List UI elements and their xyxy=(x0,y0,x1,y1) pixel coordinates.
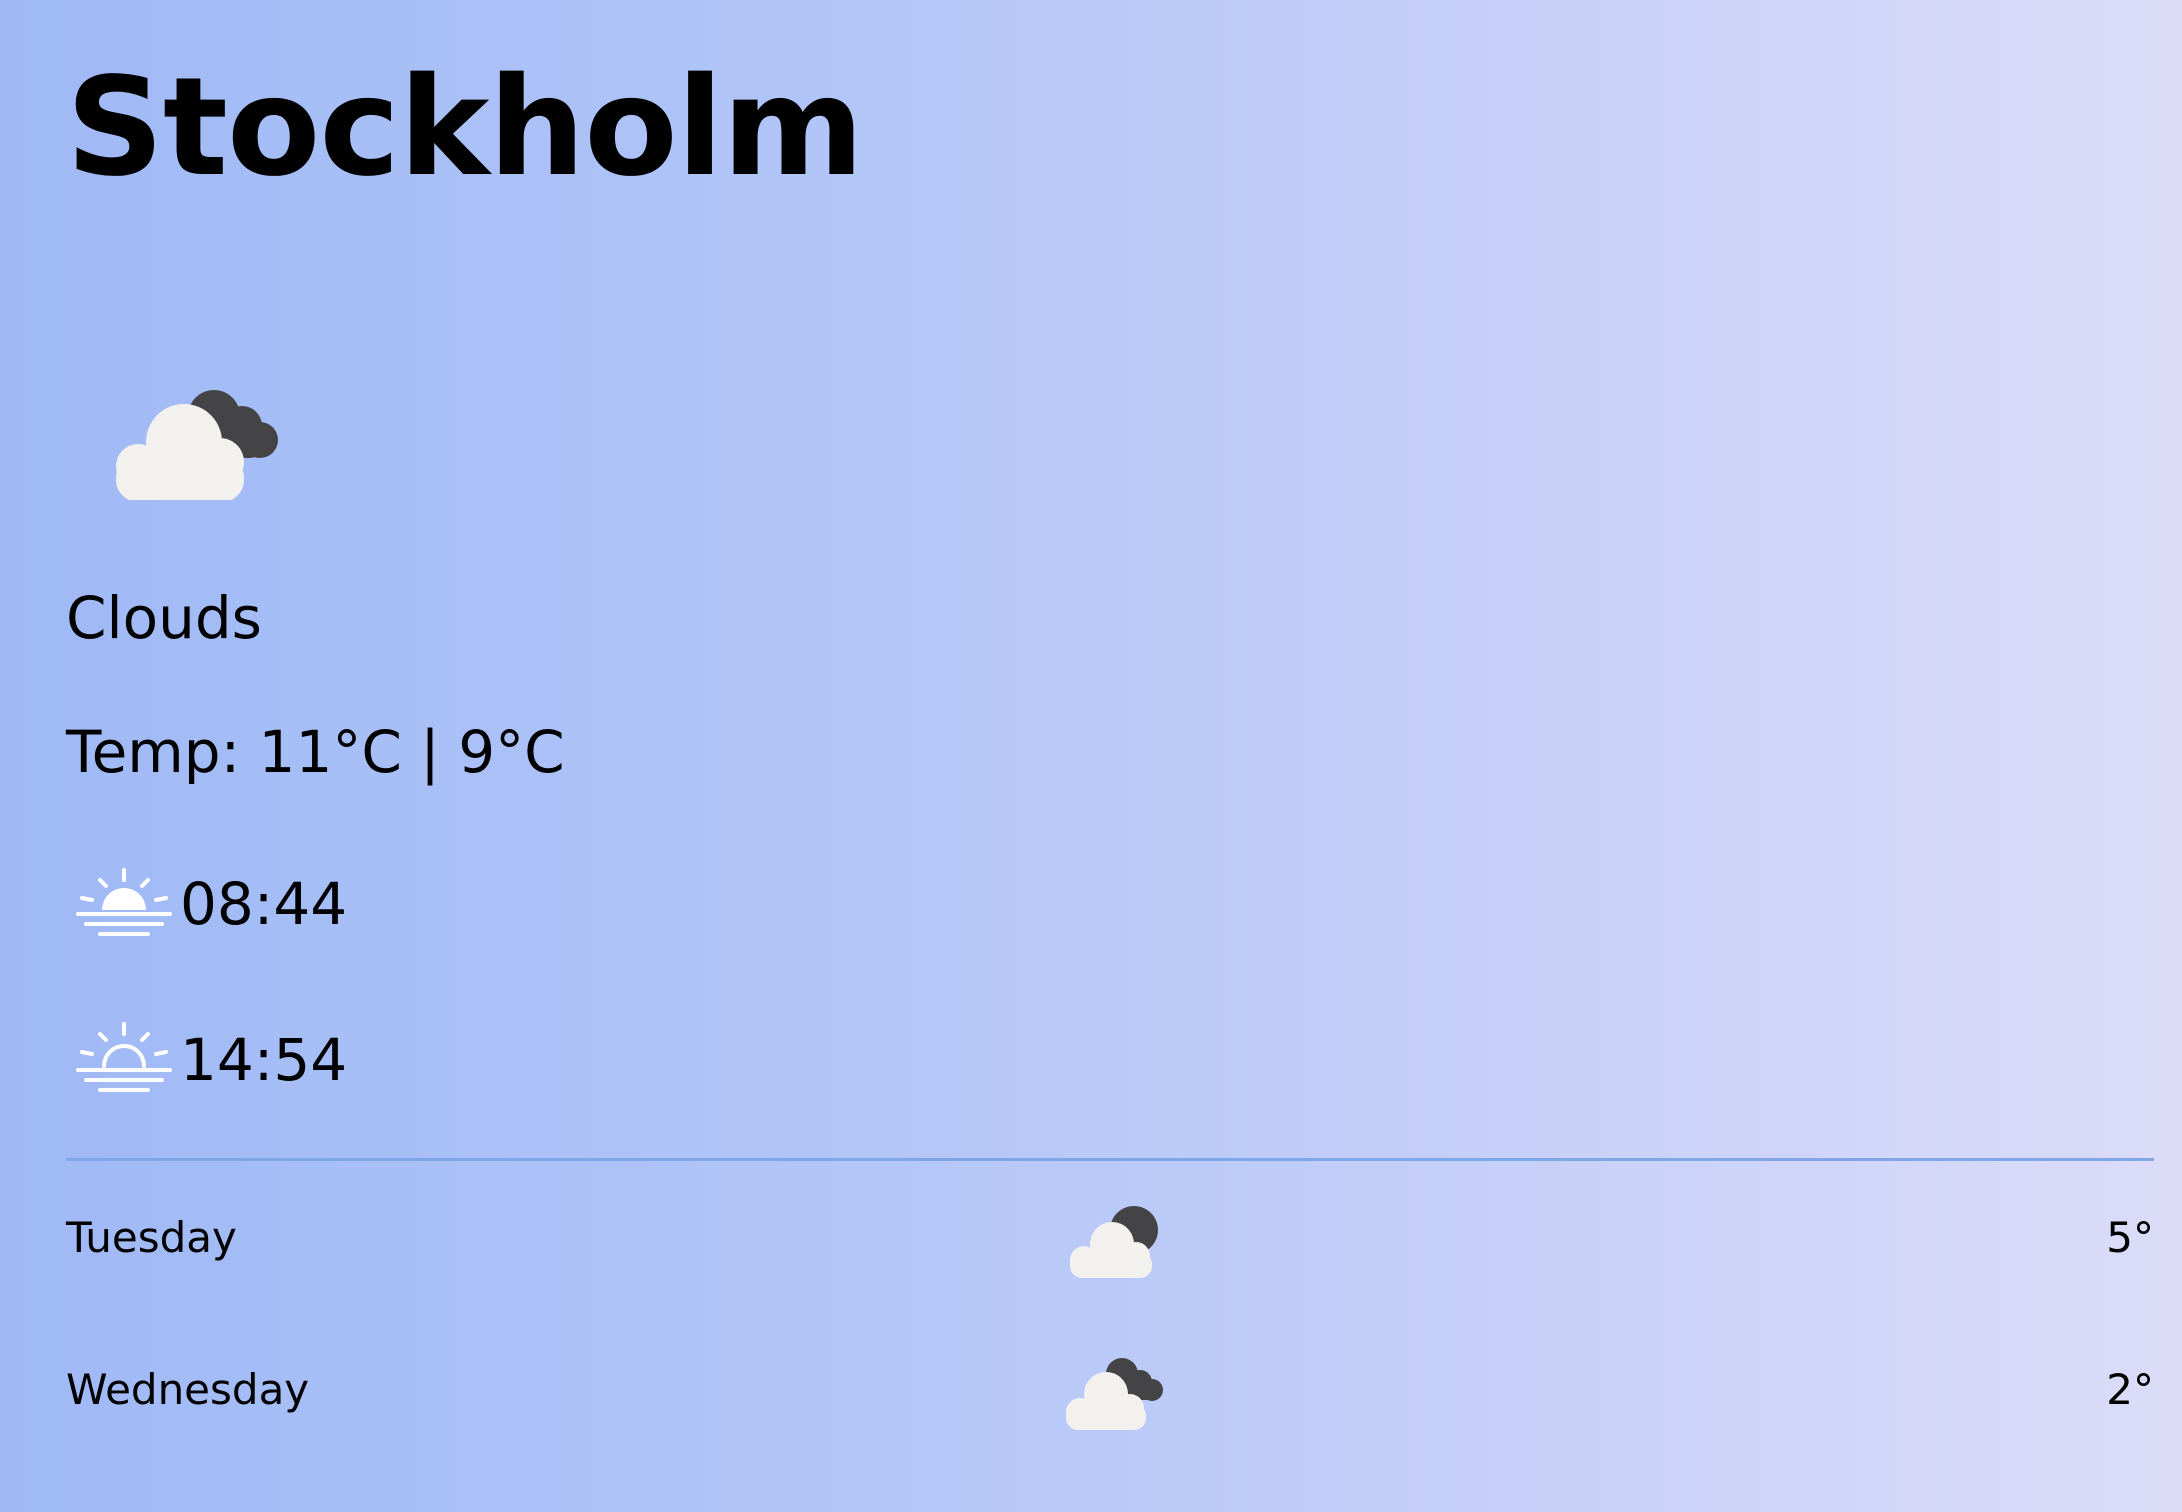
clouds-icon xyxy=(1060,1350,1168,1430)
divider xyxy=(66,1158,2154,1161)
forecast-temp: 2° xyxy=(2106,1365,2154,1414)
sunset-time: 14:54 xyxy=(180,1026,348,1094)
weather-app: Stockholm Clouds Temp: 11°C | 9°C 08:44 … xyxy=(66,0,2154,1512)
sunrise-icon xyxy=(76,864,172,944)
forecast-day: Wednesday xyxy=(66,1365,310,1414)
forecast-list: Tuesday 5° Wednesday 2° xyxy=(66,1168,2154,1472)
city-title: Stockholm xyxy=(66,49,864,207)
sunset-icon xyxy=(76,1020,172,1100)
forecast-row: Wednesday 2° xyxy=(66,1320,2154,1472)
forecast-day: Tuesday xyxy=(66,1213,237,1262)
sunset-row: 14:54 xyxy=(76,1020,347,1100)
clouds-icon xyxy=(102,370,292,502)
sunrise-row: 08:44 xyxy=(76,864,347,944)
weather-condition: Clouds xyxy=(66,584,262,652)
forecast-row: Tuesday 5° xyxy=(66,1168,2154,1320)
forecast-temp: 5° xyxy=(2106,1213,2154,1262)
partly-cloudy-night-icon xyxy=(1060,1198,1168,1278)
temperature-text: Temp: 11°C | 9°C xyxy=(66,718,565,786)
sunrise-time: 08:44 xyxy=(180,870,348,938)
